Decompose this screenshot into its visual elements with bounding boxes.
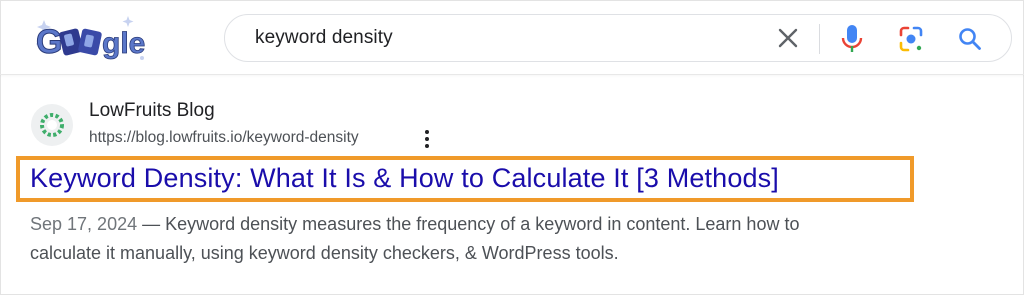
lowfruits-logo-icon <box>40 113 64 137</box>
svg-text:gle: gle <box>102 27 145 60</box>
google-logo[interactable]: G gle <box>34 14 158 64</box>
search-bar-divider <box>819 24 820 54</box>
site-url[interactable]: https://blog.lowfruits.io/keyword-densit… <box>89 129 359 147</box>
search-icon[interactable] <box>957 26 983 52</box>
more-vert-icon[interactable] <box>421 128 433 150</box>
google-lens-icon[interactable] <box>898 25 924 53</box>
close-icon[interactable] <box>777 27 799 49</box>
svg-text:G: G <box>36 23 62 61</box>
result-snippet: Sep 17, 2024 — Keyword density measures … <box>30 210 930 268</box>
result-date: Sep 17, 2024 <box>30 214 138 234</box>
search-header: G gle keyword density <box>0 0 1024 75</box>
snippet-line-2: calculate it manually, using keyword den… <box>30 243 619 263</box>
google-logo-art: G gle <box>36 16 146 62</box>
site-favicon[interactable] <box>31 104 73 146</box>
search-input[interactable]: keyword density <box>255 27 393 49</box>
mic-icon[interactable] <box>840 24 864 54</box>
search-bar[interactable]: keyword density <box>224 14 1012 62</box>
site-name[interactable]: LowFruits Blog <box>89 100 215 122</box>
snippet-line-1: — Keyword density measures the frequency… <box>137 214 800 234</box>
result-title-link[interactable]: Keyword Density: What It Is & How to Cal… <box>30 163 779 194</box>
